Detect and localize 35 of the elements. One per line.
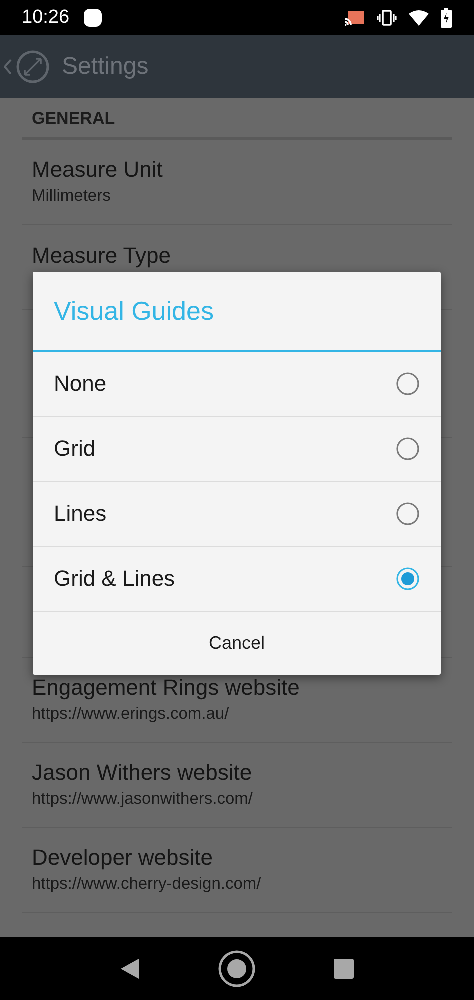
back-icon[interactable]: [4, 58, 12, 74]
option-label: Lines: [54, 501, 108, 527]
screen-title: Settings: [62, 52, 149, 80]
battery-icon: [441, 8, 452, 28]
home-icon[interactable]: [218, 950, 256, 988]
item-title: Engagement Rings website: [32, 674, 301, 702]
notification-icon: [84, 8, 102, 26]
radio-option[interactable]: None: [33, 352, 441, 417]
radio-button[interactable]: [396, 372, 420, 396]
wifi-icon: [409, 10, 429, 26]
item-summary: https://www.jasonwithers.com/: [32, 789, 254, 810]
item-title: Jason Withers website: [32, 759, 254, 787]
item-summary: https://www.cherry-design.com/: [32, 874, 262, 895]
radio-option[interactable]: Lines: [33, 482, 441, 547]
option-label: Grid & Lines: [54, 566, 176, 592]
dialog-title: Visual Guides: [33, 272, 441, 352]
radio-option[interactable]: Grid: [33, 417, 441, 482]
radio-button[interactable]: [396, 437, 420, 461]
radio-button[interactable]: [396, 502, 420, 526]
back-nav-icon[interactable]: [120, 958, 140, 980]
vibrate-icon: [377, 10, 397, 26]
item-summary: Millimeters: [32, 186, 112, 207]
app-logo-icon: [16, 50, 50, 84]
section-header: GENERAL: [22, 98, 452, 140]
option-label: None: [54, 371, 108, 397]
item-summary: https://www.erings.com.au/: [32, 704, 230, 725]
item-title: Developer website: [32, 844, 214, 872]
radio-button[interactable]: [396, 567, 420, 591]
radio-option[interactable]: Grid & Lines: [33, 547, 441, 612]
clock: 10:26: [22, 6, 70, 28]
item-title: Measure Unit: [32, 156, 164, 184]
recents-icon[interactable]: [334, 958, 354, 978]
option-label: Grid: [54, 436, 97, 462]
cast-icon: [345, 10, 365, 26]
item-title: Measure Type: [32, 242, 172, 270]
